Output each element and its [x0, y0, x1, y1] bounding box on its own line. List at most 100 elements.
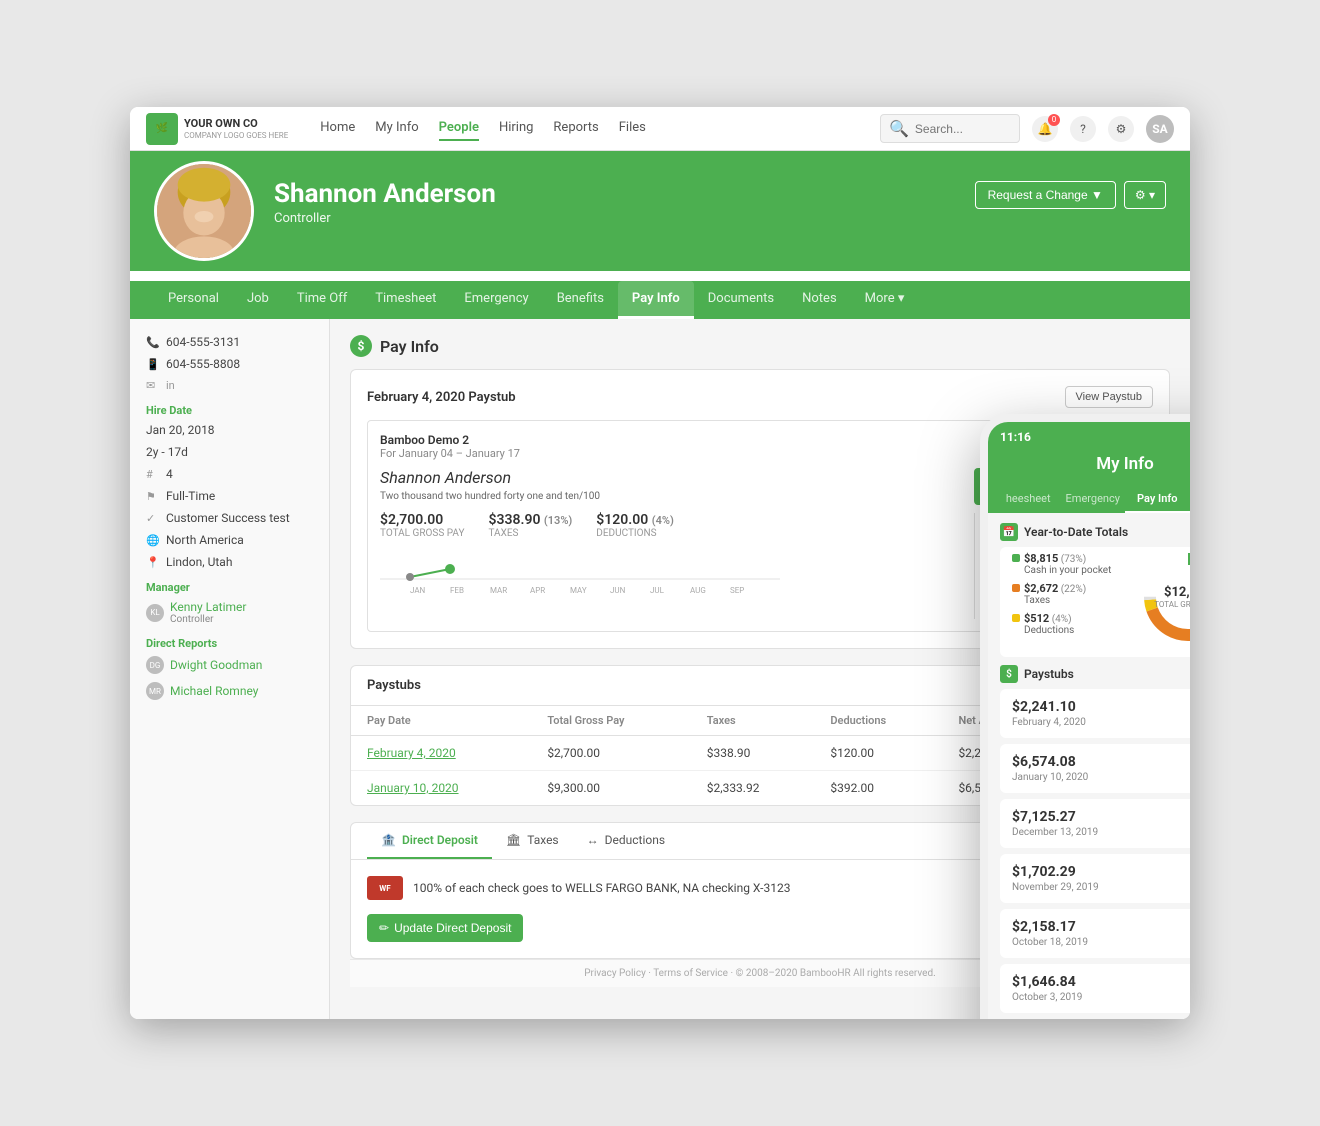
tab-payinfo[interactable]: Pay Info — [618, 281, 694, 319]
view-paystub-button[interactable]: View Paystub — [1065, 386, 1153, 408]
manager-name[interactable]: Kenny Latimer — [170, 600, 246, 614]
direct-report-name-1[interactable]: Michael Romney — [170, 684, 258, 698]
phone-paystub-item[interactable]: $1,702.29 November 29, 2019 › — [1000, 854, 1190, 903]
nav-reports[interactable]: Reports — [553, 116, 598, 141]
mobile-icon: 📱 — [146, 358, 160, 371]
phone-paystubs-list: $2,241.10 February 4, 2020 › $6,574.08 J… — [1000, 689, 1190, 1013]
phone-paystub-date: February 4, 2020 — [1012, 717, 1086, 728]
col-gross-pay: Total Gross Pay — [531, 706, 690, 736]
request-change-button[interactable]: Request a Change ▼ — [975, 181, 1116, 209]
legend-cash: $8,815 (73%) Cash in your pocket — [1012, 552, 1128, 576]
phone-status-bar: 11:16 ▮▮▮ wifi 🔋 — [988, 422, 1190, 448]
logo-text: YOUR OWN CO COMPANY LOGO GOES HERE — [184, 117, 288, 139]
search-box[interactable]: 🔍 — [880, 114, 1020, 143]
section-title: $ Pay Info — [350, 335, 1170, 357]
manager-label: Manager — [146, 581, 313, 594]
paystub-deductions-cell: $120.00 — [814, 736, 942, 771]
type-icon: ⚑ — [146, 490, 160, 503]
sidebar-direct-report-0: DG Dwight Goodman — [146, 656, 313, 674]
manager-title: Controller — [170, 614, 246, 625]
top-nav: 🌿 YOUR OWN CO COMPANY LOGO GOES HERE Hom… — [130, 107, 1190, 151]
phone-paystub-info: $2,158.17 October 18, 2019 — [1012, 919, 1088, 948]
paystub-company: Bamboo Demo 2 — [380, 433, 520, 447]
phone-paystub-item[interactable]: $2,158.17 October 18, 2019 › — [1000, 909, 1190, 958]
tab-timeoff[interactable]: Time Off — [283, 281, 361, 319]
gross-pay-value: $2,700.00 — [380, 512, 464, 528]
linkedin-icon: in — [166, 379, 180, 392]
paystub-period: For January 04 – January 17 — [380, 447, 520, 460]
direct-report-name-0[interactable]: Dwight Goodman — [170, 658, 262, 672]
phone-tab-documents[interactable]: Documents — [1190, 486, 1191, 513]
phone-paystub-item[interactable]: $7,125.27 December 13, 2019 › — [1000, 799, 1190, 848]
phone-paystub-date: December 13, 2019 — [1012, 827, 1098, 838]
legend-taxes-dot — [1012, 584, 1020, 592]
phone-paystub-date: October 3, 2019 — [1012, 992, 1082, 1003]
tab-job[interactable]: Job — [233, 281, 283, 319]
phone-tab-timesheet[interactable]: heesheet — [996, 486, 1061, 513]
col-deductions: Deductions — [814, 706, 942, 736]
tab-notes[interactable]: Notes — [788, 281, 851, 319]
email-icon: ✉ — [146, 379, 160, 392]
direct-reports-label: Direct Reports — [146, 637, 313, 650]
tab-benefits[interactable]: Benefits — [543, 281, 618, 319]
sidebar-id: # 4 — [146, 467, 313, 481]
phone-tab-payinfo[interactable]: Pay Info — [1125, 486, 1190, 513]
phone-paystubs-section: $ Paystubs $2,241.10 February 4, 2020 › … — [988, 657, 1190, 1019]
id-icon: # — [146, 468, 160, 481]
svg-text:SEP: SEP — [730, 586, 744, 594]
nav-home[interactable]: Home — [320, 116, 355, 141]
nav-right: 🔍 🔔 0 ? ⚙ SA — [880, 114, 1174, 143]
paystub-date-cell[interactable]: January 10, 2020 — [351, 771, 531, 806]
dept-icon: ✓ — [146, 512, 160, 525]
paystub-date-cell[interactable]: February 4, 2020 — [351, 736, 531, 771]
settings-icon[interactable]: ⚙ — [1108, 116, 1134, 142]
donut-center: $12,000 TOTAL GROSS PAY — [1154, 585, 1190, 609]
gross-pay-label: TOTAL GROSS PAY — [380, 528, 464, 539]
phone-header: My Info — [988, 448, 1190, 486]
paystub-company-info: Bamboo Demo 2 For January 04 – January 1… — [380, 433, 520, 460]
sidebar-mobile: 📱 604-555-8808 — [146, 357, 313, 371]
paystub-employee: Shannon Anderson — [380, 468, 958, 487]
phone-paystub-item[interactable]: $2,241.10 February 4, 2020 › — [1000, 689, 1190, 738]
phone-paystub-item[interactable]: $1,646.84 October 3, 2019 › — [1000, 964, 1190, 1013]
gross-pay-item: $2,700.00 TOTAL GROSS PAY — [380, 512, 464, 539]
paystub-taxes-cell: $2,333.92 — [691, 771, 815, 806]
nav-myinfo[interactable]: My Info — [375, 116, 418, 141]
notification-badge: 0 — [1048, 114, 1060, 126]
user-avatar-nav[interactable]: SA — [1146, 115, 1174, 143]
deductions-icon: ↔ — [587, 833, 599, 847]
avatar-svg — [157, 161, 251, 261]
nav-hiring[interactable]: Hiring — [499, 116, 533, 141]
tab-documents[interactable]: Documents — [694, 281, 788, 319]
profile-name: Shannon Anderson — [274, 179, 955, 209]
search-input[interactable] — [915, 122, 1011, 136]
help-icon[interactable]: ? — [1070, 116, 1096, 142]
phone-tabs: heesheet Emergency Pay Info Documents — [988, 486, 1190, 513]
tab-personal[interactable]: Personal — [154, 281, 233, 319]
phone-paystub-info: $6,574.08 January 10, 2020 — [1012, 754, 1088, 783]
sidebar-region: 🌐 North America — [146, 533, 313, 547]
update-deposit-button[interactable]: ✏ Update Direct Deposit — [367, 914, 523, 942]
tab-more[interactable]: More ▾ — [851, 281, 919, 319]
tab-taxes[interactable]: 🏛 Taxes — [492, 823, 573, 859]
location-icon: 📍 — [146, 556, 160, 569]
svg-text:JUL: JUL — [650, 586, 665, 594]
sidebar-location: 📍 Lindon, Utah — [146, 555, 313, 569]
tab-direct-deposit[interactable]: 🏦 Direct Deposit — [367, 823, 492, 859]
phone-content: 📅 Year-to-Date Totals $8,815 (73%) Cash … — [988, 513, 1190, 1019]
legend-cash-info: $8,815 (73%) Cash in your pocket — [1024, 552, 1111, 576]
tab-emergency[interactable]: Emergency — [450, 281, 542, 319]
phone-tab-emergency[interactable]: Emergency — [1061, 486, 1126, 513]
logo-area: 🌿 YOUR OWN CO COMPANY LOGO GOES HERE — [146, 113, 288, 145]
donut-legend: $8,815 (73%) Cash in your pocket $2,672 … — [1012, 552, 1128, 642]
nav-files[interactable]: Files — [619, 116, 646, 141]
phone-paystub-item[interactable]: $6,574.08 January 10, 2020 › — [1000, 744, 1190, 793]
tab-deductions[interactable]: ↔ Deductions — [573, 823, 679, 859]
gear-settings-button[interactable]: ⚙ ▾ — [1124, 181, 1166, 209]
logo-icon: 🌿 — [146, 113, 178, 145]
col-pay-date: Pay Date — [351, 706, 531, 736]
nav-people[interactable]: People — [439, 116, 479, 141]
direct-report-avatar-1: MR — [146, 682, 164, 700]
notification-bell[interactable]: 🔔 0 — [1032, 116, 1058, 142]
tab-timesheet[interactable]: Timesheet — [361, 281, 450, 319]
